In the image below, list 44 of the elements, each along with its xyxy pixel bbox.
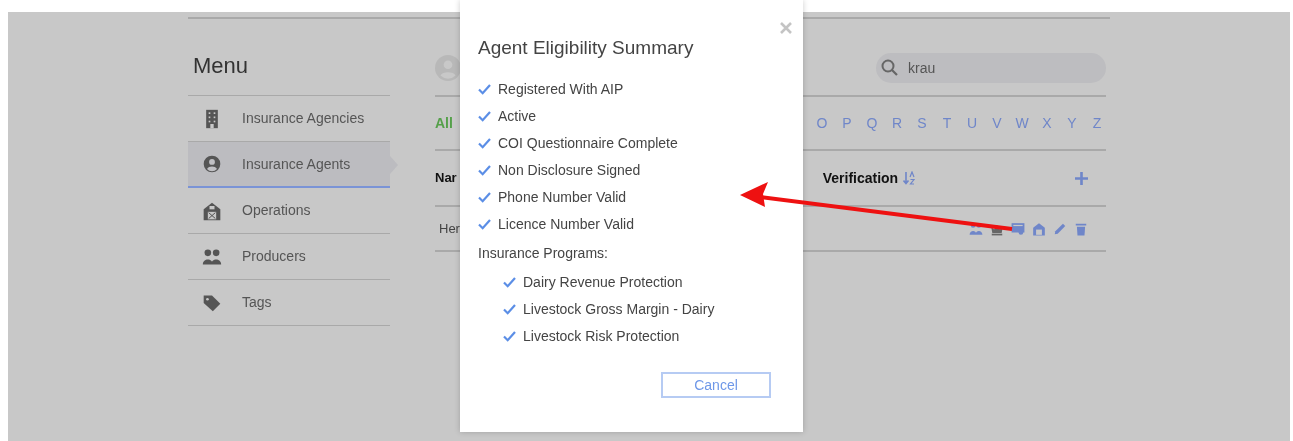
menu-title: Menu <box>192 52 250 80</box>
letter-filter[interactable]: W <box>1015 112 1029 134</box>
cancel-button[interactable]: Cancel <box>661 372 771 398</box>
column-header: Nar <box>435 169 457 188</box>
menu-item[interactable]: Tags <box>188 280 390 326</box>
eligibility-item: Non Disclosure Signed <box>498 161 641 180</box>
eligibility-item: Dairy Revenue Protection <box>523 273 683 292</box>
table-cell-text: Her <box>438 219 460 238</box>
dialog-title: Agent Eligibility Summary <box>478 36 695 60</box>
letter-filter[interactable]: Q <box>865 112 879 134</box>
column-header[interactable]: Verification <box>822 167 899 189</box>
letter-filter[interactable]: T <box>940 112 954 134</box>
eligibility-item: Active <box>498 107 537 126</box>
barn-icon <box>202 200 222 221</box>
close-icon[interactable] <box>780 22 792 34</box>
letter-filter[interactable]: V <box>990 112 1004 134</box>
add-icon[interactable] <box>1075 171 1088 185</box>
sort-icon[interactable] <box>903 171 916 185</box>
letter-filter[interactable]: U <box>965 112 979 134</box>
menu-item[interactable]: Operations <box>188 188 390 234</box>
eligibility-item: Livestock Gross Margin - Dairy <box>523 300 715 319</box>
certificate-icon[interactable] <box>1011 221 1025 236</box>
eligibility-item: Livestock Risk Protection <box>523 327 680 346</box>
letter-filter[interactable]: Z <box>1090 112 1104 134</box>
letter-filter[interactable]: Y <box>1065 112 1079 134</box>
letter-filter[interactable]: S <box>915 112 929 134</box>
menu-item[interactable]: Producers <box>188 234 390 280</box>
section-heading: Insurance Programs: <box>478 244 609 263</box>
eligibility-item: Registered With AIP <box>498 80 624 99</box>
letter-filter[interactable]: P <box>840 112 854 134</box>
letter-filter[interactable]: All <box>435 112 453 134</box>
eligibility-item: Phone Number Valid <box>498 188 627 207</box>
pencil-icon[interactable] <box>1053 221 1067 236</box>
letter-filter[interactable]: O <box>815 112 829 134</box>
barn-icon[interactable] <box>1032 221 1046 236</box>
eligibility-item: Licence Number Valid <box>498 215 634 234</box>
eligibility-item: COI Questionnaire Complete <box>498 134 678 153</box>
trash-icon[interactable] <box>1074 221 1088 236</box>
letter-filter[interactable]: R <box>890 112 904 134</box>
letter-filter[interactable]: X <box>1040 112 1054 134</box>
user-avatar-icon <box>435 55 461 81</box>
search-field[interactable]: krau <box>876 53 1106 83</box>
search-icon <box>880 58 900 78</box>
user-icon <box>202 154 222 174</box>
